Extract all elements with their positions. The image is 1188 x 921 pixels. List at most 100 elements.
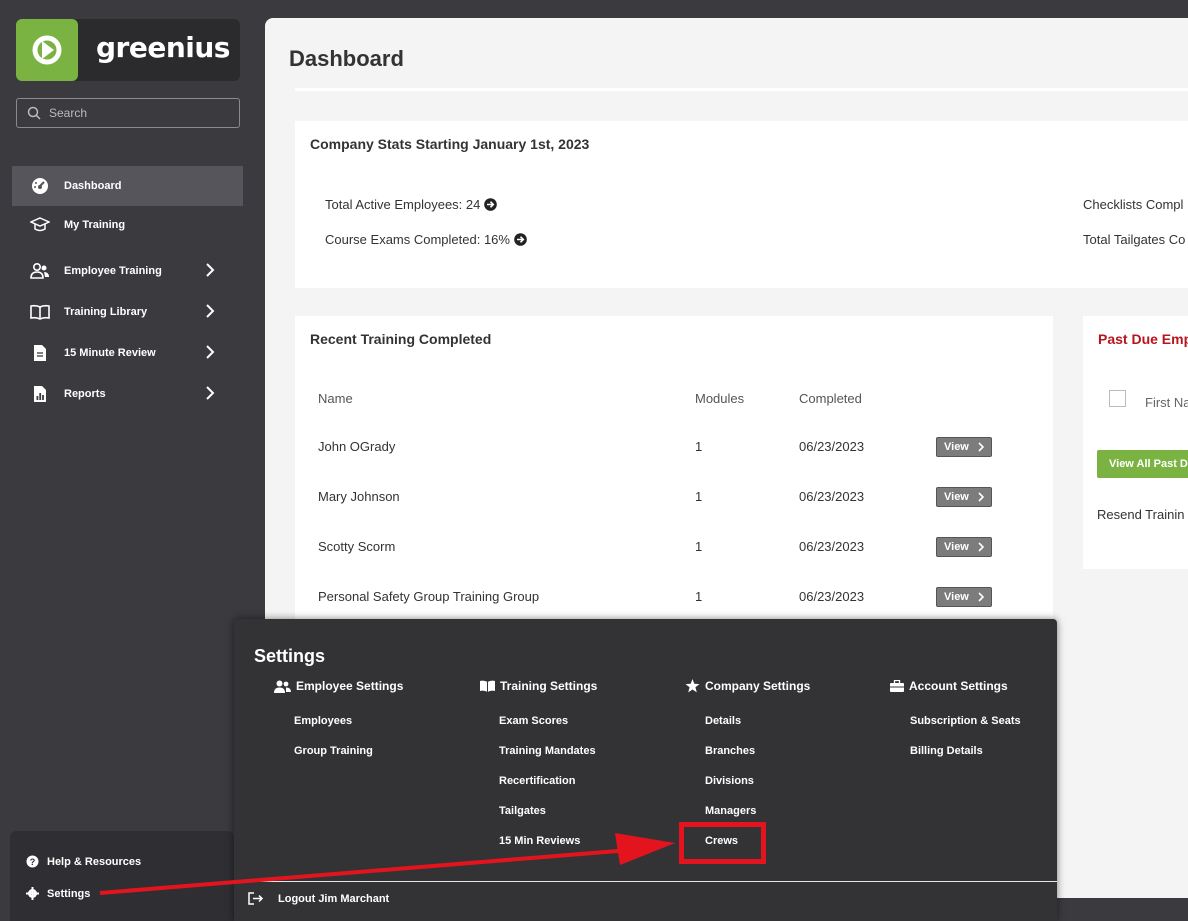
chevron-right-icon (206, 304, 215, 318)
divider (295, 88, 1188, 91)
past-due-card: Past Due Emp First Na View All Past D Re… (1083, 316, 1188, 569)
sidebar-item-my-training[interactable]: My Training (12, 205, 243, 245)
logo-mark-icon (16, 19, 78, 81)
sidebar-item-label: 15 Minute Review (64, 347, 156, 359)
column-header-modules: Modules (695, 391, 745, 406)
total-tailgates-stat[interactable]: Total Tailgates Co (1083, 232, 1185, 247)
view-button[interactable]: View (936, 587, 992, 607)
search-icon (27, 106, 41, 120)
row-completed: 06/23/2023 (799, 489, 865, 504)
row-completed: 06/23/2023 (799, 439, 865, 454)
card-title: Past Due Emp (1098, 331, 1188, 347)
chevron-right-icon (206, 345, 215, 359)
settings-menu-title: Settings (254, 646, 326, 666)
total-active-employees-stat[interactable]: Total Active Employees: 24 (325, 197, 498, 212)
row-modules: 1 (695, 589, 703, 604)
employee-settings-heading: Employee Settings (274, 679, 403, 693)
menu-item-employees[interactable]: Employees (294, 715, 352, 727)
bottom-strip (1057, 898, 1188, 921)
sidebar-item-label: Employee Training (64, 265, 162, 277)
account-settings-heading: Account Settings (890, 679, 1008, 693)
menu-item-billing-details[interactable]: Billing Details (910, 745, 983, 757)
sidebar-item-training-library[interactable]: Training Library (12, 292, 243, 332)
row-name: Mary Johnson (318, 489, 400, 504)
row-name: Scotty Scorm (318, 539, 396, 554)
page-title: Dashboard (289, 46, 404, 71)
row-completed: 06/23/2023 (799, 539, 865, 554)
report-chart-icon (28, 384, 52, 404)
view-button[interactable]: View (936, 437, 992, 457)
help-resources-link[interactable]: ? Help & Resources (26, 855, 141, 868)
row-completed: 06/23/2023 (799, 589, 865, 604)
row-name: John OGrady (318, 439, 396, 454)
dashboard-gauge-icon (28, 176, 52, 196)
chevron-right-icon (978, 592, 985, 602)
resend-training-link[interactable]: Resend Trainin (1097, 507, 1184, 522)
gear-icon (26, 887, 39, 900)
menu-item-group-training[interactable]: Group Training (294, 745, 373, 757)
sidebar-item-label: Dashboard (64, 180, 122, 192)
chevron-right-icon (978, 542, 985, 552)
graduation-cap-icon (28, 215, 52, 235)
open-book-icon (480, 680, 495, 692)
sidebar-item-employee-training[interactable]: Employee Training (12, 251, 243, 291)
briefcase-icon (890, 680, 904, 692)
row-name: Personal Safety Group Training Group (318, 589, 540, 604)
menu-item-tailgates[interactable]: Tailgates (499, 805, 546, 817)
sidebar-item-15-minute-review[interactable]: 15 Minute Review (12, 333, 243, 373)
svg-text:?: ? (30, 857, 36, 867)
sidebar-item-label: Reports (64, 388, 106, 400)
course-exams-completed-stat[interactable]: Course Exams Completed: 16% (325, 232, 527, 247)
column-header-name: Name (318, 391, 353, 406)
crews-highlight-box (679, 822, 766, 864)
sidebar-item-reports[interactable]: Reports (12, 374, 243, 414)
search-placeholder: Search (49, 106, 88, 120)
settings-menu: Settings Employee Settings Training Sett… (234, 619, 1057, 921)
chevron-right-icon (978, 442, 985, 452)
card-title: Company Stats Starting January 1st, 2023 (310, 136, 590, 152)
chevron-right-icon (978, 492, 985, 502)
menu-item-15-min-reviews[interactable]: 15 Min Reviews (499, 835, 580, 847)
menu-item-subscription-seats[interactable]: Subscription & Seats (910, 715, 1021, 727)
view-all-past-due-button[interactable]: View All Past D (1097, 450, 1188, 478)
sidebar-item-label: My Training (64, 219, 126, 231)
menu-item-divisions[interactable]: Divisions (705, 775, 754, 787)
settings-link[interactable]: Settings (26, 887, 90, 900)
arrow-circle-right-icon (514, 233, 527, 246)
view-button[interactable]: View (936, 487, 992, 507)
help-circle-icon: ? (26, 855, 39, 868)
sidebar: greenius Search Dashboard My Training Em… (0, 0, 255, 921)
checklists-completed-stat[interactable]: Checklists Compl (1083, 197, 1183, 212)
brand-name: greenius (96, 31, 230, 64)
column-header-first-name: First Na (1145, 395, 1188, 410)
users-icon (28, 261, 52, 281)
menu-item-recertification[interactable]: Recertification (499, 775, 575, 787)
card-title: Recent Training Completed (310, 331, 492, 347)
menu-item-managers[interactable]: Managers (705, 805, 756, 817)
logout-button[interactable]: Logout Jim Marchant (248, 892, 389, 905)
chevron-right-icon (206, 386, 215, 400)
row-modules: 1 (695, 489, 703, 504)
sidebar-footer: ? Help & Resources Settings (10, 831, 234, 921)
document-icon (28, 343, 52, 363)
menu-item-branches[interactable]: Branches (705, 745, 755, 757)
row-modules: 1 (695, 439, 703, 454)
brand-logo[interactable]: greenius (16, 19, 240, 81)
open-book-icon (28, 302, 52, 322)
divider (234, 881, 1057, 882)
star-icon (685, 679, 700, 693)
menu-item-training-mandates[interactable]: Training Mandates (499, 745, 596, 757)
select-all-checkbox[interactable] (1109, 390, 1126, 407)
column-header-completed: Completed (799, 391, 862, 406)
company-settings-heading: Company Settings (685, 679, 810, 693)
menu-item-details[interactable]: Details (705, 715, 741, 727)
logout-icon (248, 892, 264, 905)
row-modules: 1 (695, 539, 703, 554)
search-input[interactable]: Search (16, 98, 240, 128)
users-icon (274, 680, 291, 693)
menu-item-exam-scores[interactable]: Exam Scores (499, 715, 568, 727)
recent-training-card: Recent Training Completed Name Modules C… (295, 316, 1053, 636)
view-button[interactable]: View (936, 537, 992, 557)
company-stats-card: Company Stats Starting January 1st, 2023… (295, 121, 1188, 288)
sidebar-item-dashboard[interactable]: Dashboard (12, 166, 243, 206)
